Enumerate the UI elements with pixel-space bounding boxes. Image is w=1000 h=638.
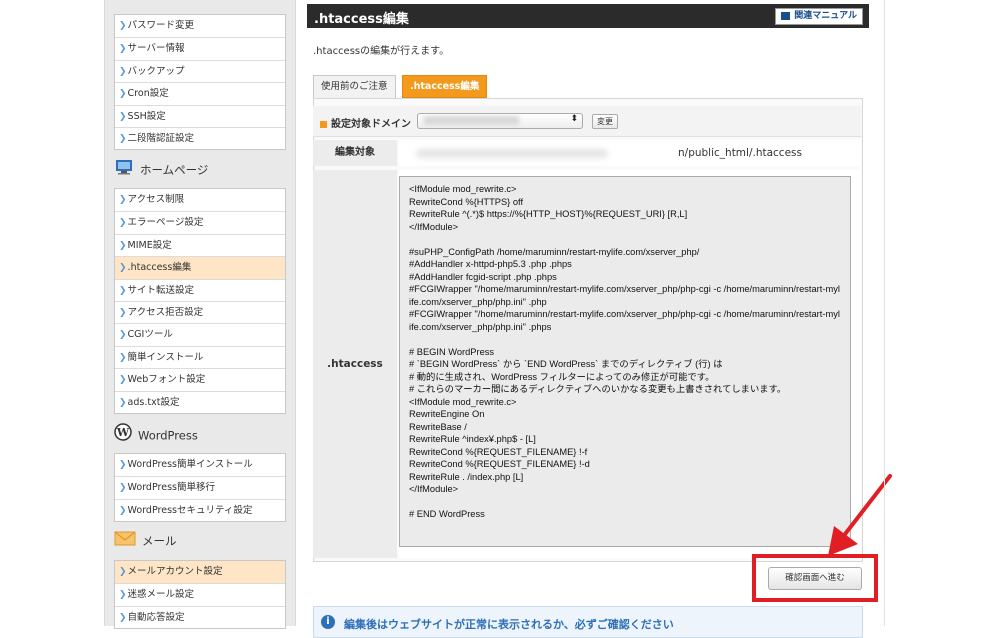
arrow-icon: ❯ xyxy=(119,66,127,77)
htaccess-textarea[interactable]: <IfModule mod_rewrite.c> RewriteCond %{H… xyxy=(399,176,851,547)
sidebar-item-easy-install[interactable]: ❯簡単インストール xyxy=(115,345,285,368)
nav-group-mail: ❯メールアカウント設定 ❯迷惑メール設定 ❯自動応答設定 xyxy=(114,560,286,630)
arrow-icon: ❯ xyxy=(119,590,127,601)
arrow-icon: ❯ xyxy=(119,483,127,494)
red-arrow-annotation xyxy=(828,474,892,556)
square-bullet-icon xyxy=(320,120,327,128)
htaccess-row: .htaccess <IfModule mod_rewrite.c> Rewri… xyxy=(313,170,861,558)
sidebar-item-ads-txt[interactable]: ❯ads.txt設定 xyxy=(115,390,285,413)
arrow-icon: ❯ xyxy=(119,195,127,205)
page-title: .htaccess編集 xyxy=(314,12,409,27)
arrow-icon: ❯ xyxy=(119,285,127,296)
arrow-icon: ❯ xyxy=(119,240,127,251)
arrow-icon: ❯ xyxy=(119,352,127,363)
sidebar-item-server-info[interactable]: ❯サーバー情報 xyxy=(115,37,285,59)
sidebar-item-mail-account[interactable]: ❯メールアカウント設定 xyxy=(115,561,285,584)
envelope-icon xyxy=(114,530,136,554)
sidebar-item-cgi-tools[interactable]: ❯CGIツール xyxy=(115,323,285,345)
manual-link[interactable]: 関連マニュアル xyxy=(775,8,863,25)
content-border xyxy=(884,0,885,626)
htaccess-label: .htaccess xyxy=(313,170,397,558)
intro-text: .htaccessの編集が行えます。 xyxy=(313,46,450,57)
htaccess-cell: <IfModule mod_rewrite.c> RewriteCond %{H… xyxy=(399,170,861,558)
nav-group-wordpress: ❯WordPress簡単インストール ❯WordPress簡単移行 ❯WordP… xyxy=(114,453,286,523)
sidebar-item-htaccess[interactable]: ❯.htaccess編集 xyxy=(115,256,285,279)
arrow-icon: ❯ xyxy=(119,397,127,408)
target-row: 編集対象 n/public_html/.htaccess xyxy=(313,140,861,166)
nav-group-homepage: ❯アクセス制限 ❯エラーページ設定 ❯MIME設定 ❯.htaccess編集 ❯… xyxy=(114,188,286,414)
arrow-icon: ❯ xyxy=(119,21,127,31)
sidebar-item-wp-easy-install[interactable]: ❯WordPress簡単インストール xyxy=(115,454,285,476)
redacted-path xyxy=(417,149,607,158)
monitor-icon xyxy=(114,159,134,183)
sidebar-item-wp-security[interactable]: ❯WordPressセキュリティ設定 xyxy=(115,498,285,521)
svg-text:W: W xyxy=(116,426,130,439)
sidebar-item-2fa[interactable]: ❯二段階認証設定 xyxy=(115,126,285,149)
sidebar-item-ssh[interactable]: ❯SSH設定 xyxy=(115,104,285,127)
arrow-icon: ❯ xyxy=(119,612,127,623)
arrow-icon: ❯ xyxy=(119,133,127,144)
target-label: 編集対象 xyxy=(313,140,397,166)
domain-select[interactable]: ⬍ xyxy=(417,113,583,129)
sidebar-item-access-limit[interactable]: ❯アクセス制限 xyxy=(115,189,285,211)
sidebar-item-site-redirect[interactable]: ❯サイト転送設定 xyxy=(115,278,285,301)
redacted-domain xyxy=(424,116,519,125)
sidebar-item-access-deny[interactable]: ❯アクセス拒否設定 xyxy=(115,300,285,323)
arrow-icon: ❯ xyxy=(119,330,127,341)
arrow-icon: ❯ xyxy=(119,111,127,122)
sidebar-item-cron[interactable]: ❯Cron設定 xyxy=(115,82,285,104)
section-mail: メール xyxy=(114,529,284,553)
tab-htaccess-edit[interactable]: .htaccess編集 xyxy=(402,75,488,98)
confirm-button[interactable]: 確認画面へ進む xyxy=(768,567,862,590)
tab-usage-notes[interactable]: 使用前のご注意 xyxy=(313,75,396,98)
change-button[interactable]: 変更 xyxy=(592,114,618,129)
sidebar-item-wp-migration[interactable]: ❯WordPress簡単移行 xyxy=(115,476,285,498)
select-arrows-icon: ⬍ xyxy=(570,114,578,124)
target-path: n/public_html/.htaccess xyxy=(399,140,861,166)
section-homepage: ホームページ xyxy=(114,158,284,182)
wordpress-icon: W xyxy=(114,423,132,449)
notice-banner: i 編集後はウェブサイトが正常に表示されるか、必ずご確認ください xyxy=(313,606,863,638)
arrow-icon: ❯ xyxy=(119,567,127,577)
info-icon: i xyxy=(321,615,335,629)
sidebar-item-spam[interactable]: ❯迷惑メール設定 xyxy=(115,583,285,605)
notice-text: 編集後はウェブサイトが正常に表示されるか、必ずご確認ください xyxy=(344,618,674,631)
domain-row: 設定対象ドメイン ⬍ 変更 xyxy=(313,106,861,137)
sidebar: ❯パスワード変更 ❯サーバー情報 ❯バックアップ ❯Cron設定 ❯SSH設定 … xyxy=(0,0,300,630)
sidebar-item-web-font[interactable]: ❯Webフォント設定 xyxy=(115,368,285,390)
arrow-icon: ❯ xyxy=(119,263,127,274)
arrow-icon: ❯ xyxy=(119,375,127,386)
arrow-icon: ❯ xyxy=(119,218,127,229)
domain-label: 設定対象ドメイン xyxy=(320,115,411,130)
section-wordpress: W WordPress xyxy=(114,423,284,447)
arrow-icon: ❯ xyxy=(119,89,127,100)
sidebar-item-backup[interactable]: ❯バックアップ xyxy=(115,59,285,82)
arrow-icon: ❯ xyxy=(119,307,127,318)
sidebar-item-password[interactable]: ❯パスワード変更 xyxy=(115,15,285,37)
sidebar-item-error-page[interactable]: ❯エラーページ設定 xyxy=(115,211,285,233)
sidebar-item-mime[interactable]: ❯MIME設定 xyxy=(115,233,285,256)
arrow-icon: ❯ xyxy=(119,460,127,470)
sidebar-item-auto-reply[interactable]: ❯自動応答設定 xyxy=(115,605,285,628)
book-icon xyxy=(781,11,791,20)
page-header: .htaccess編集 関連マニュアル xyxy=(307,4,869,28)
arrow-icon: ❯ xyxy=(119,44,127,55)
arrow-icon: ❯ xyxy=(119,505,127,516)
nav-group-server: ❯パスワード変更 ❯サーバー情報 ❯バックアップ ❯Cron設定 ❯SSH設定 … xyxy=(114,14,286,151)
